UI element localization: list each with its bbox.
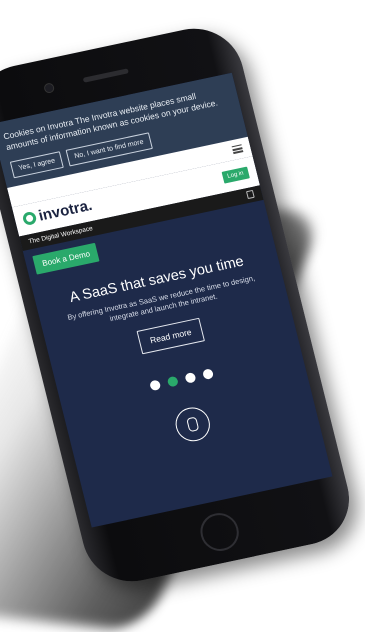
carousel-dot[interactable] <box>201 368 215 381</box>
carousel-dot[interactable] <box>184 372 197 384</box>
carousel-dots <box>72 352 292 408</box>
scroll-down-button[interactable] <box>172 404 214 445</box>
logo-text: invotra. <box>36 197 95 226</box>
login-button[interactable]: Log in <box>221 166 250 184</box>
lock-icon <box>246 190 255 200</box>
menu-icon[interactable] <box>231 144 244 155</box>
mouse-icon <box>186 416 200 433</box>
read-more-button[interactable]: Read more <box>136 317 206 355</box>
phone-camera <box>43 82 56 94</box>
logo-mark-icon <box>21 211 38 227</box>
home-button[interactable] <box>196 509 243 555</box>
carousel-dot[interactable] <box>149 379 162 392</box>
phone-speaker <box>82 68 129 83</box>
carousel-dot-active[interactable] <box>166 375 179 388</box>
agree-button[interactable]: Yes, I agree <box>9 151 64 179</box>
